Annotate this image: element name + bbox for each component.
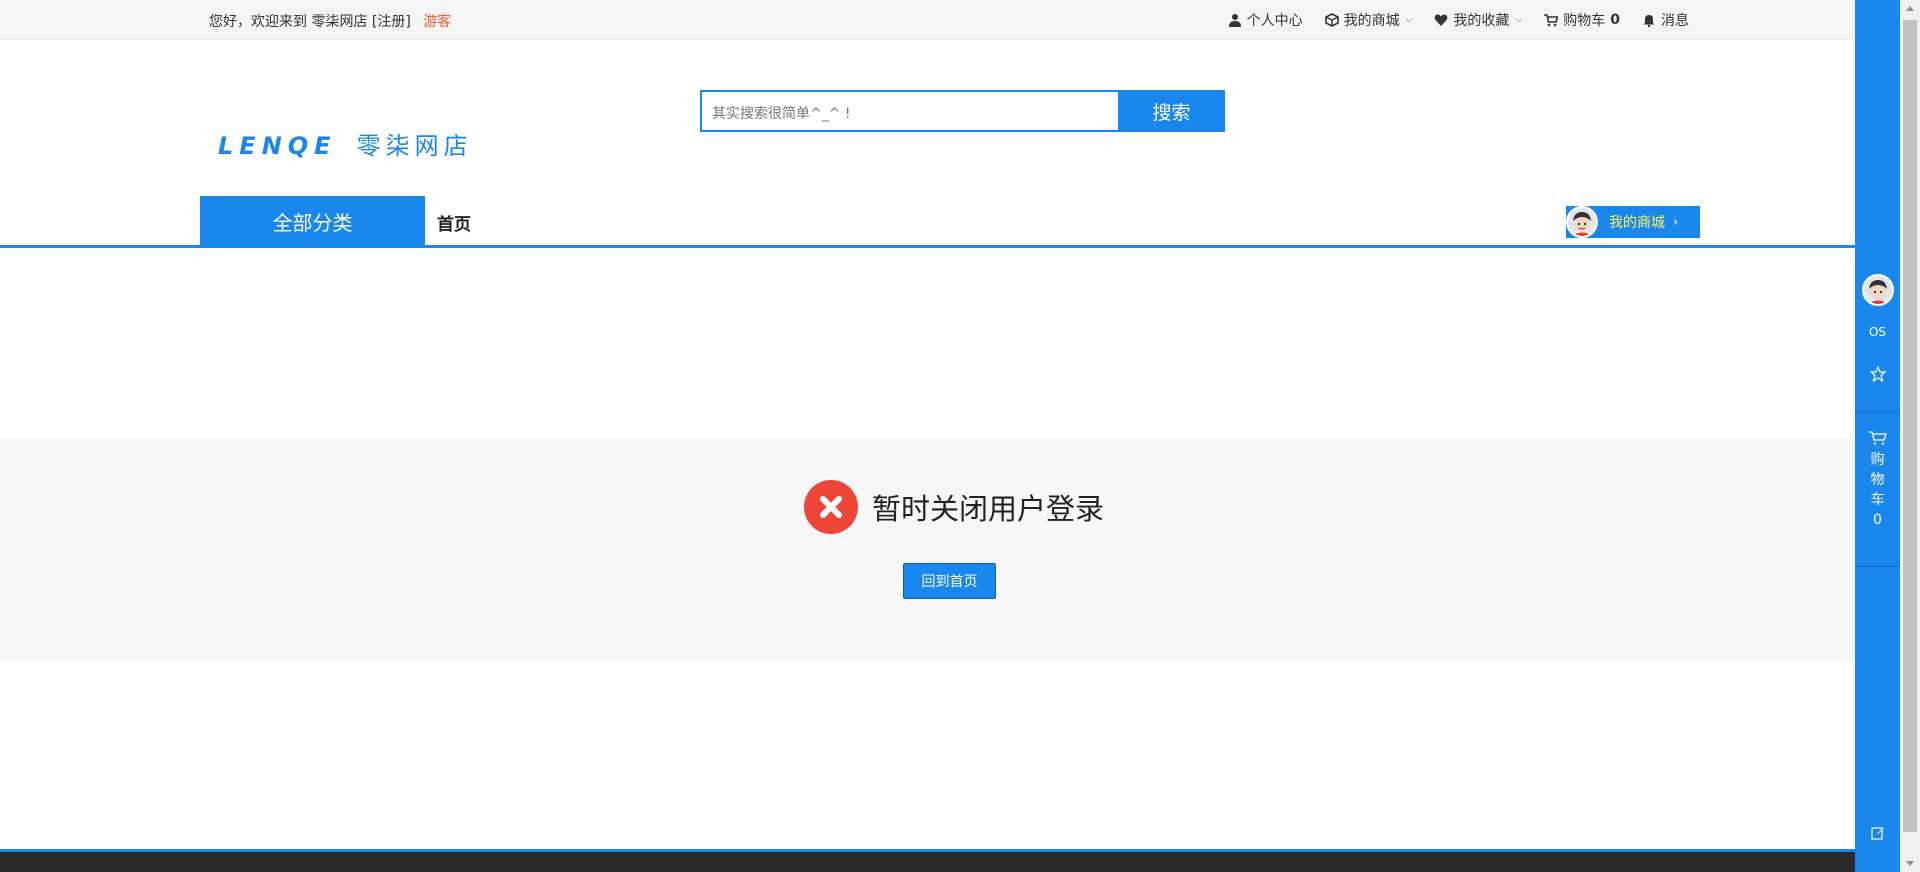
search-input[interactable]: 其实搜索很简单^_^ ! [700, 90, 1118, 132]
my-mall-button[interactable]: 我的商城 › [1566, 206, 1700, 238]
cube-icon [1324, 13, 1339, 27]
avatar [1566, 206, 1598, 238]
edit-icon [1870, 827, 1884, 840]
toolbar-os[interactable]: OS [1855, 325, 1900, 339]
toolbar-avatar[interactable] [1855, 274, 1900, 306]
error-icon [804, 480, 858, 534]
scrollbar-thumb[interactable] [1903, 20, 1917, 832]
search-bar: 其实搜索很简单^_^ ! 搜索 [700, 90, 1225, 132]
toolbar-cart-label: 购 物 车 0 [1871, 450, 1885, 530]
all-categories-button[interactable]: 全部分类 [200, 196, 425, 247]
toolbar-favorites[interactable] [1855, 366, 1900, 382]
toolbar-cart[interactable]: 购 物 车 0 [1855, 430, 1900, 530]
footer [0, 849, 1855, 872]
heart-icon [1435, 14, 1448, 26]
error-message-row: 暂时关闭用户登录 [804, 480, 1104, 534]
cart-label: 购物车 [1563, 13, 1606, 29]
cart-icon [1544, 14, 1559, 27]
cart-char-1: 购 [1870, 452, 1885, 468]
nav-home-link[interactable]: 首页 [437, 210, 471, 235]
cart-link[interactable]: 购物车 0 [1544, 10, 1620, 30]
guest-link[interactable]: 游客 [423, 14, 451, 30]
logo[interactable]: LENQE 零柒网店 [218, 126, 473, 161]
messages-label: 消息 [1661, 13, 1689, 29]
scroll-down-icon[interactable] [1906, 861, 1914, 866]
chevron-down-icon: ⌵ [1515, 15, 1523, 25]
toolbar-divider [1855, 566, 1900, 567]
my-mall-link[interactable]: 我的商城 ⌵ [1324, 10, 1413, 30]
logo-cn: 零柒网店 [356, 132, 473, 160]
user-icon [1228, 14, 1241, 27]
messages-link[interactable]: 消息 [1642, 10, 1689, 30]
favorites-link[interactable]: 我的收藏 ⌵ [1434, 10, 1522, 30]
error-panel: 暂时关闭用户登录 回到首页 [0, 438, 1855, 662]
right-toolbar: OS 购 物 车 0 [1855, 0, 1900, 872]
cart-count: 0 [1610, 12, 1620, 28]
logo-en: LENQE [218, 132, 337, 160]
cart-icon [1868, 431, 1887, 445]
profile-label: 个人中心 [1246, 13, 1303, 29]
my-mall-label: 我的商城 [1609, 215, 1665, 231]
cart-char-3: 车 [1870, 492, 1885, 508]
my-mall-label: 我的商城 [1343, 13, 1400, 29]
chevron-down-icon: ⌵ [1405, 15, 1413, 25]
search-button[interactable]: 搜索 [1118, 90, 1225, 132]
error-message: 暂时关闭用户登录 [872, 492, 1105, 526]
favorites-label: 我的收藏 [1453, 13, 1510, 29]
toolbar-divider [1855, 411, 1900, 412]
top-bar: 您好，欢迎来到 零柒网店 [注册] 游客 个人中心 我的商城 ⌵ 我的收藏 ⌵ … [0, 0, 1855, 40]
bell-icon [1643, 15, 1655, 27]
main-nav: 全部分类 首页 我的商城 › [0, 196, 1855, 248]
toolbar-feedback[interactable] [1855, 826, 1900, 840]
top-links: 个人中心 我的商城 ⌵ 我的收藏 ⌵ 购物车 0 消息 [1228, 10, 1689, 30]
toolbar-cart-count: 0 [1873, 512, 1882, 528]
welcome-message[interactable]: 您好，欢迎来到 零柒网店 [注册] [209, 14, 411, 30]
welcome-text: 您好，欢迎来到 零柒网店 [注册] 游客 [209, 11, 451, 31]
star-icon [1869, 366, 1886, 382]
back-home-button[interactable]: 回到首页 [903, 563, 996, 599]
cart-char-2: 物 [1870, 472, 1885, 488]
scroll-up-icon[interactable] [1906, 6, 1914, 11]
profile-link[interactable]: 个人中心 [1228, 10, 1303, 30]
page: 您好，欢迎来到 零柒网店 [注册] 游客 个人中心 我的商城 ⌵ 我的收藏 ⌵ … [0, 0, 1920, 872]
avatar-icon [1861, 274, 1894, 306]
page-scrollbar[interactable] [1900, 0, 1920, 872]
chevron-right-icon: › [1673, 214, 1679, 230]
